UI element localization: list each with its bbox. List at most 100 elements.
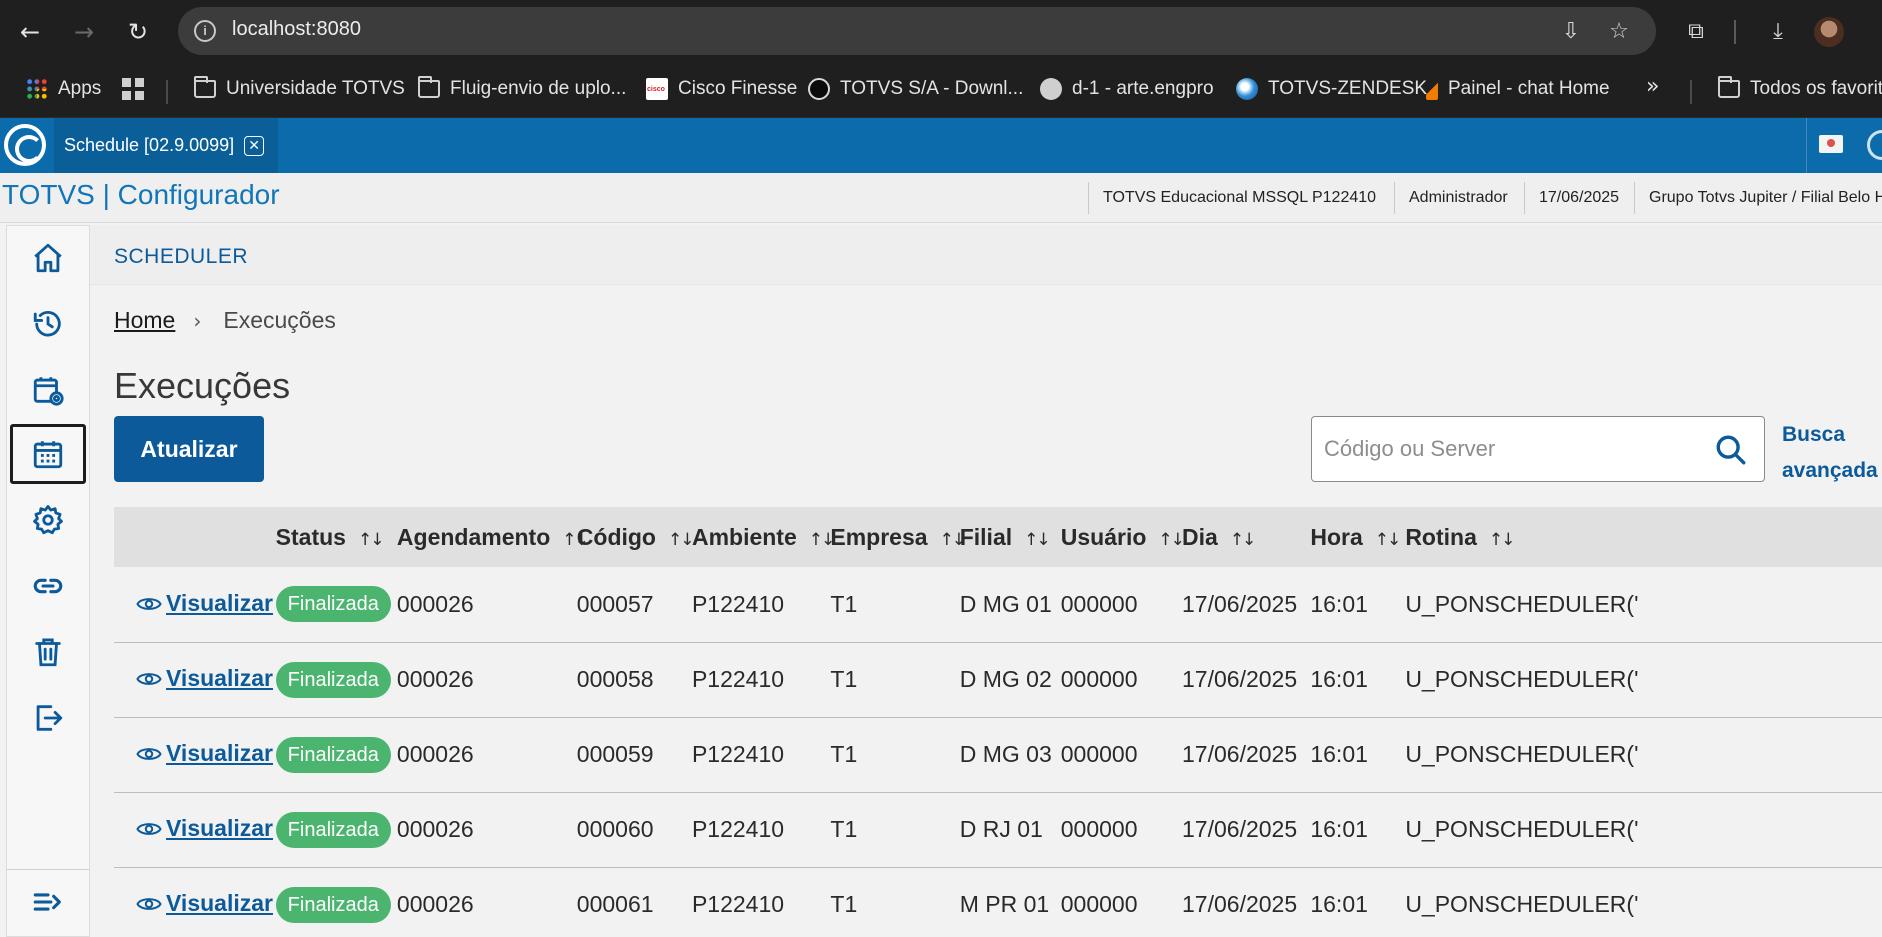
cell-rotina: U_PONSCHEDULER(' xyxy=(1405,741,1639,767)
column-dia[interactable]: Dia ↑↓ xyxy=(1182,507,1310,567)
bookmark-totvs-downloads[interactable]: TOTVS S/A - Downl... xyxy=(808,76,1023,102)
sort-icon[interactable]: ↑↓ xyxy=(1024,530,1050,550)
cell-usuario: 000000 xyxy=(1060,816,1138,842)
sidebar-item-delete[interactable] xyxy=(10,622,86,682)
sort-icon[interactable]: ↑↓ xyxy=(1375,530,1401,550)
cell-codigo: 000060 xyxy=(576,816,654,842)
table-row: Visualizar Finalizada 000026 000061 P122… xyxy=(114,867,1882,937)
bookmark-todos-favoritos[interactable]: Todos os favoritos xyxy=(1718,76,1882,102)
mail-icon[interactable] xyxy=(1819,135,1843,153)
bookmark-label: TOTVS S/A - Downl... xyxy=(840,78,1024,99)
bookmark-fluig[interactable]: Fluig-envio de uplo... xyxy=(418,76,626,102)
menu-collapse-icon xyxy=(33,893,61,911)
sidebar-item-settings[interactable] xyxy=(10,490,86,550)
cell-agendamento: 000026 xyxy=(396,816,474,842)
column-hora[interactable]: Hora ↑↓ xyxy=(1310,507,1405,567)
bookmark-universidade-totvs[interactable]: Universidade TOTVS xyxy=(194,76,405,102)
forward-arrow-icon[interactable]: → xyxy=(68,16,100,48)
sidebar-collapse-button[interactable] xyxy=(10,872,86,932)
reload-icon[interactable]: ↻ xyxy=(122,16,154,48)
history-icon xyxy=(33,310,61,337)
column-ambiente[interactable]: Ambiente ↑↓ xyxy=(692,507,835,567)
sort-icon[interactable]: ↑↓ xyxy=(358,530,384,550)
eye-icon xyxy=(136,897,162,910)
cell-hora: 16:01 xyxy=(1310,590,1368,617)
sidebar-item-schedule-settings[interactable] xyxy=(10,360,86,420)
sidebar-item-history[interactable] xyxy=(10,294,86,354)
column-label: Usuário xyxy=(1060,523,1147,550)
bookmark-star-icon[interactable]: ☆ xyxy=(1606,19,1632,45)
section-title: SCHEDULER xyxy=(114,245,249,268)
view-link[interactable]: Visualizar xyxy=(136,740,273,767)
view-label: Visualizar xyxy=(166,665,273,692)
search-icon[interactable] xyxy=(1714,433,1748,467)
column-filial[interactable]: Filial ↑↓ xyxy=(960,507,1061,567)
column-rotina[interactable]: Rotina ↑↓ xyxy=(1405,507,1882,567)
sidebar-item-logout[interactable] xyxy=(10,688,86,748)
breadcrumb-current: Execuções xyxy=(223,307,336,333)
totvs-logo[interactable] xyxy=(4,124,46,166)
breadcrumb-home[interactable]: Home xyxy=(114,307,175,334)
column-label: Filial xyxy=(959,523,1013,550)
bookmark-divider xyxy=(1690,80,1692,104)
site-info-icon[interactable]: i xyxy=(194,20,216,42)
cell-agendamento: 000026 xyxy=(396,666,474,692)
cell-empresa: T1 xyxy=(830,741,858,767)
sidebar-item-home[interactable] xyxy=(10,228,86,288)
bookmark-painel-chat[interactable]: Painel - chat Home xyxy=(1426,76,1610,102)
search-box xyxy=(1311,416,1765,482)
profile-avatar[interactable] xyxy=(1814,17,1844,47)
install-app-icon[interactable]: ⇩ xyxy=(1558,19,1584,45)
url-text[interactable]: localhost:8080 xyxy=(232,18,361,41)
view-link[interactable]: Visualizar xyxy=(136,815,273,842)
column-usuario[interactable]: Usuário ↑↓ xyxy=(1060,507,1185,567)
address-bar[interactable]: i localhost:8080 ⇩ ☆ xyxy=(178,7,1656,55)
table-row: Visualizar Finalizada 000026 000058 P122… xyxy=(114,642,1882,717)
close-icon[interactable]: ✕ xyxy=(244,135,265,156)
sidebar-item-links[interactable] xyxy=(10,556,86,616)
advanced-search-link[interactable]: Busca avançada xyxy=(1782,417,1882,489)
more-bookmarks-icon[interactable]: » xyxy=(1646,74,1659,99)
column-agendamento[interactable]: Agendamento ↑↓ xyxy=(397,507,589,567)
refresh-button[interactable]: Atualizar xyxy=(114,416,264,482)
bookmark-arte-engpro[interactable]: d-1 - arte.engpro xyxy=(1040,76,1214,102)
trash-icon xyxy=(35,638,61,667)
page-title: Execuções xyxy=(114,365,291,406)
bookmark-label: Apps xyxy=(58,78,102,99)
sort-icon[interactable]: ↑↓ xyxy=(1489,530,1515,550)
column-codigo[interactable]: Código ↑↓ xyxy=(577,507,695,567)
column-status[interactable]: Status ↑↓ xyxy=(276,507,397,567)
view-link[interactable]: Visualizar xyxy=(136,590,273,617)
cell-codigo: 000057 xyxy=(576,590,654,617)
bookmark-cisco-finesse[interactable]: Cisco Finesse xyxy=(646,76,797,102)
bookmark-apps[interactable]: Apps xyxy=(26,76,101,102)
sort-icon[interactable]: ↑↓ xyxy=(1230,530,1256,550)
view-link[interactable]: Visualizar xyxy=(136,890,273,917)
cell-codigo: 000059 xyxy=(576,741,654,767)
view-label: Visualizar xyxy=(166,740,273,767)
download-icon[interactable]: ⤓ xyxy=(1762,16,1794,48)
cell-actions: Visualizar xyxy=(114,567,276,642)
column-label: Hora xyxy=(1310,523,1363,550)
back-arrow-icon[interactable]: ← xyxy=(14,16,46,48)
tab-schedule[interactable]: Schedule [02.9.0099] ✕ xyxy=(54,118,278,173)
cell-actions: Visualizar xyxy=(114,717,276,792)
bookmark-totvs-zendesk[interactable]: TOTVS-ZENDESK xyxy=(1236,76,1427,102)
sort-icon[interactable]: ↑↓ xyxy=(1158,530,1184,550)
bookmark-label: Painel - chat Home xyxy=(1448,78,1610,99)
view-link[interactable]: Visualizar xyxy=(136,665,273,692)
sort-icon[interactable]: ↑↓ xyxy=(668,530,694,550)
totvs-icon xyxy=(808,78,830,100)
gear-icon xyxy=(33,505,63,535)
search-input[interactable] xyxy=(1324,433,1704,465)
cell-hora: 16:01 xyxy=(1310,891,1368,917)
bookmark-label: Cisco Finesse xyxy=(678,78,798,99)
column-empresa[interactable]: Empresa ↑↓ xyxy=(830,507,966,567)
bookmark-grid[interactable] xyxy=(122,76,144,102)
user-menu-icon[interactable] xyxy=(1867,130,1882,160)
cell-dia: 17/06/2025 xyxy=(1182,891,1298,917)
extensions-icon[interactable]: ⧉ xyxy=(1680,16,1712,48)
calendar-gear-icon xyxy=(33,377,64,406)
sidebar-item-executions[interactable] xyxy=(10,424,86,484)
cell-actions: Visualizar xyxy=(114,792,276,867)
